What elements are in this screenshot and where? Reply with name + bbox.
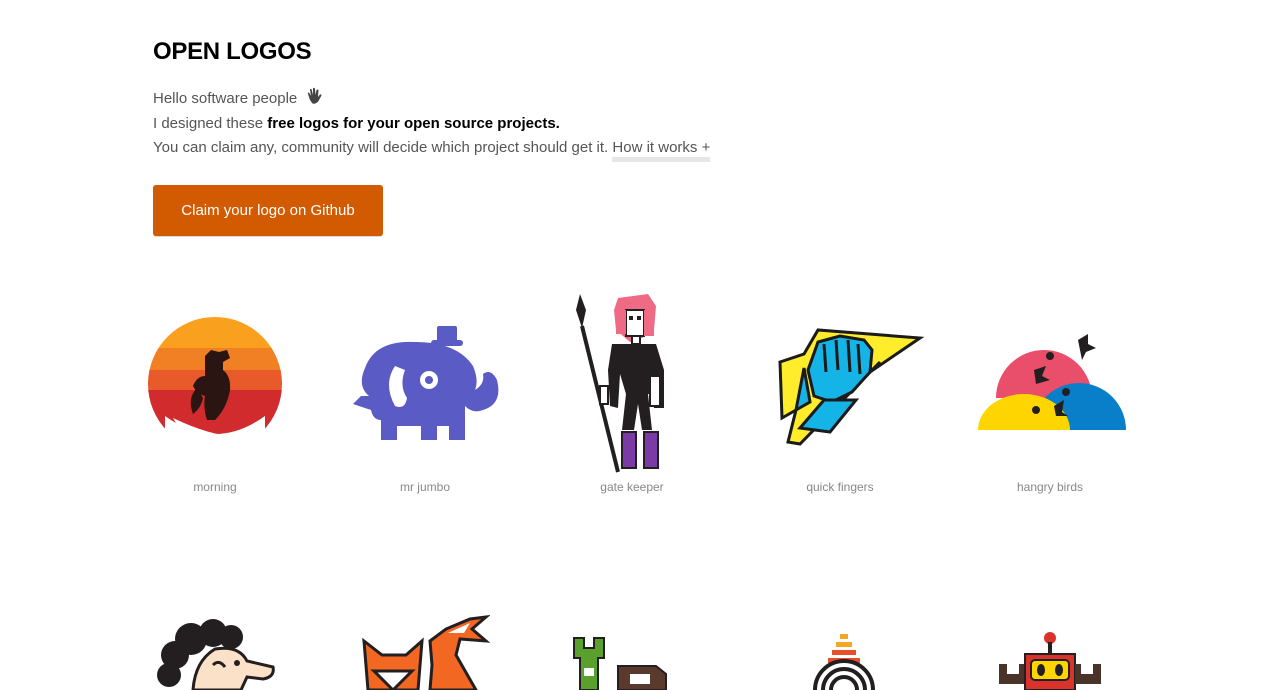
waving-hand-icon: [305, 86, 325, 106]
intro-line2-bold: free logos for your open source projects…: [267, 114, 560, 132]
logo-name: morning: [193, 480, 237, 494]
rooster-sunrise-icon: [148, 317, 282, 460]
logo-name: gate keeper: [600, 480, 664, 494]
logo-card-tower-rings[interactable]: [805, 630, 965, 690]
intro-line3-text: You can claim any, community will decide…: [153, 139, 613, 156]
logo-card-quick-fingers[interactable]: quick fingers: [760, 310, 925, 494]
how-it-works-link[interactable]: How it works +: [612, 139, 711, 162]
fox-icon: [362, 615, 490, 690]
logo-card-robot[interactable]: [995, 630, 1155, 690]
elephant-icon: [353, 326, 499, 440]
intro-line-3: You can claim any, community will decide…: [153, 136, 711, 162]
fist-lightning-icon: [778, 328, 925, 446]
logo-card-morning[interactable]: morning: [135, 310, 295, 494]
logo-name: mr jumbo: [399, 480, 450, 494]
page-title: OPEN LOGOS: [153, 38, 312, 65]
logo-card-gate-keeper[interactable]: gate keeper: [552, 290, 712, 494]
greeting-text: Hello software people: [153, 90, 298, 107]
intro-text: Hello software people I designed these f…: [153, 86, 711, 162]
claim-logo-button[interactable]: Claim your logo on Github: [153, 185, 383, 236]
intro-line2-prefix: I designed these: [153, 114, 268, 132]
robot-icon: [999, 632, 1101, 690]
logo-name: hangry birds: [1016, 480, 1084, 494]
logo-name: quick fingers: [806, 480, 874, 494]
spear-warrior-icon: [576, 294, 664, 473]
logo-card-pixel-creature[interactable]: [570, 630, 730, 690]
intro-line-2: I designed these free logos for your ope…: [153, 112, 710, 137]
logo-card-curly-hair-man[interactable]: [155, 615, 315, 690]
pixel-creature-icon: [573, 637, 667, 690]
tower-rings-icon: [813, 634, 875, 690]
birds-icon: [978, 334, 1126, 430]
logo-card-mr-jumbo[interactable]: mr jumbo: [345, 310, 505, 494]
intro-line-1: Hello software people: [153, 86, 710, 112]
curly-hair-man-icon: [157, 619, 275, 690]
logo-card-fox[interactable]: [360, 615, 520, 690]
logo-card-hangry-birds[interactable]: hangry birds: [970, 310, 1130, 494]
